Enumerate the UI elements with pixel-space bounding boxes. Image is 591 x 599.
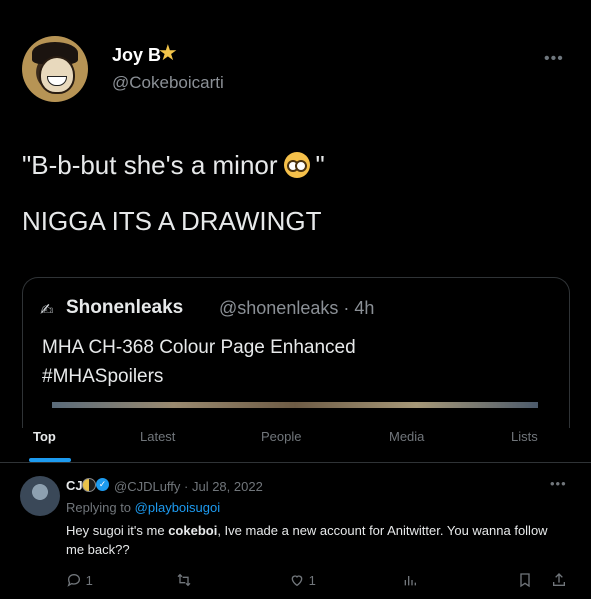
quote-text-line1: MHA CH-368 Colour Page Enhanced [42,337,356,358]
reply-handle-date[interactable]: @CJDLuffy · Jul 28, 2022 [114,479,263,494]
more-options-icon[interactable]: ••• [544,50,564,68]
reply-count: 1 [85,573,93,588]
tweet-text-line2: NIGGA ITS A DRAWINGT [22,206,322,236]
quote-hashtag[interactable]: #MHASpoilers [42,366,163,388]
replying-to-mention[interactable]: @playboisugoi [135,500,220,515]
reply-icon [67,573,81,587]
reply-text: Hey sugoi it's me cokeboi, Ive made a ne… [66,521,566,559]
moon-emoji-icon [82,478,96,492]
share-button[interactable] [551,572,567,588]
retweet-button[interactable] [176,572,192,588]
author-avatar[interactable] [22,36,88,102]
tab-people[interactable]: People [261,429,301,444]
quote-author-handle: @shonenleaks · 4h [219,298,375,318]
author-display-name[interactable]: Joy B [112,45,161,66]
reply-text-bold: cokeboi [168,523,218,538]
tab-media[interactable]: Media [389,429,424,444]
tab-lists[interactable]: Lists [511,429,538,444]
reply-button[interactable]: 1 [66,572,93,588]
more-options-icon[interactable]: ••• [550,476,567,491]
verified-badge-icon: ✓ [96,478,109,491]
quote-author-name: Shonenleaks [66,297,184,318]
like-button[interactable]: 1 [289,572,316,588]
nerd-emoji-icon [283,152,310,178]
reply-text-part: Hey sugoi it's me [66,523,169,538]
tabs-divider [0,462,591,463]
reply-author-name[interactable]: CJ [66,478,83,493]
tab-latest[interactable]: Latest [140,429,175,444]
analytics-icon [404,576,416,586]
quote-avatar-icon: ✍ [40,302,54,319]
bookmark-icon [520,573,530,588]
star-icon: ★ [158,40,178,65]
share-icon [553,573,565,586]
tweet-text-part: " [315,150,325,180]
avatar-face [39,56,75,94]
author-handle[interactable]: @Cokeboicarti [112,73,224,93]
tweet-text-part: "B-b-but she's a minor [22,150,278,180]
replying-to: Replying to @playboisugoi [66,500,220,515]
analytics-button[interactable] [402,572,418,588]
reply-avatar[interactable] [20,476,60,516]
like-count: 1 [308,573,316,588]
tab-top[interactable]: Top [33,429,56,444]
bookmark-button[interactable] [517,572,533,588]
retweet-icon [177,573,191,587]
heart-icon [291,575,303,587]
tweet-text-line1: "B-b-but she's a minor " [22,150,325,181]
replying-to-label: Replying to [66,500,135,515]
quote-media-preview[interactable] [52,402,538,408]
